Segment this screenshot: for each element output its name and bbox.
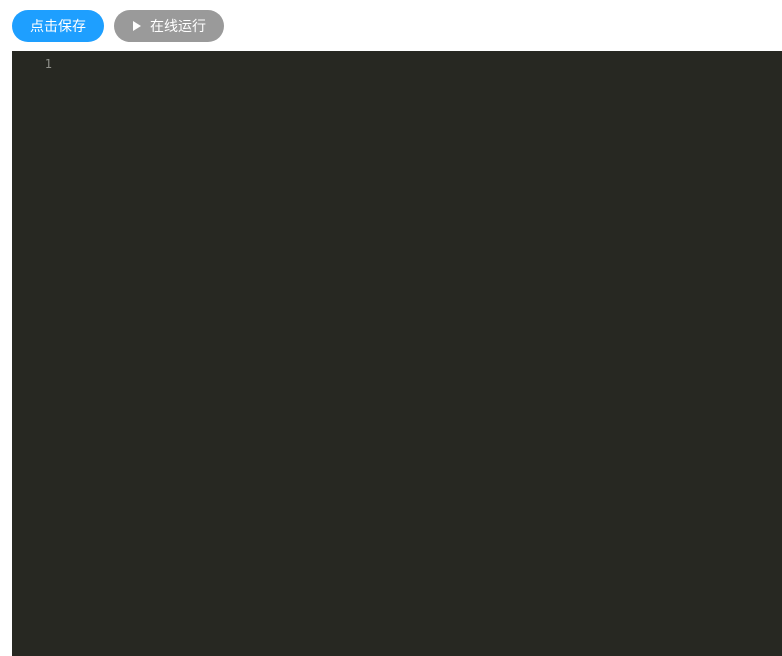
play-icon xyxy=(132,21,142,31)
run-button[interactable]: 在线运行 xyxy=(114,10,224,42)
code-editor[interactable]: 1 xyxy=(12,51,782,656)
code-content[interactable] xyxy=(64,51,782,656)
save-button[interactable]: 点击保存 xyxy=(12,10,104,42)
line-number-gutter: 1 xyxy=(12,51,64,656)
toolbar: 点击保存 在线运行 xyxy=(0,0,782,51)
code-line[interactable] xyxy=(64,83,782,101)
save-button-label: 点击保存 xyxy=(30,16,86,36)
line-number: 1 xyxy=(12,55,52,73)
run-button-label: 在线运行 xyxy=(150,16,206,36)
